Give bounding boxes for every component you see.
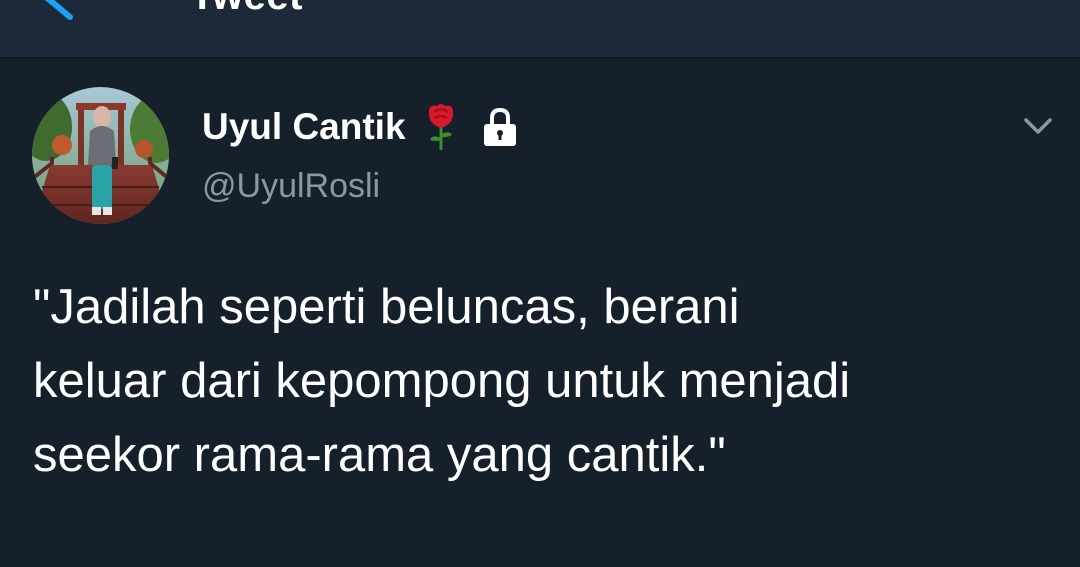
tweet-detail: Uyul Cantik @UyulRosli "Jadilah seperti … xyxy=(0,58,1080,567)
back-button[interactable] xyxy=(40,0,100,22)
chevron-down-icon xyxy=(1024,118,1052,134)
app-header: Tweet xyxy=(0,0,1080,58)
back-arrow-icon xyxy=(44,0,94,20)
user-handle[interactable]: @UyulRosli xyxy=(202,167,380,206)
lock-icon xyxy=(483,107,516,146)
tweet-text: "Jadilah seperti beluncas, berani keluar… xyxy=(33,280,851,482)
more-options-button[interactable] xyxy=(1016,110,1060,142)
avatar[interactable] xyxy=(32,87,169,224)
display-name-row[interactable]: Uyul Cantik xyxy=(202,103,518,151)
avatar-photo xyxy=(32,87,169,224)
rose-icon xyxy=(428,104,453,150)
page-title: Tweet xyxy=(190,0,303,19)
display-name: Uyul Cantik xyxy=(202,106,406,147)
